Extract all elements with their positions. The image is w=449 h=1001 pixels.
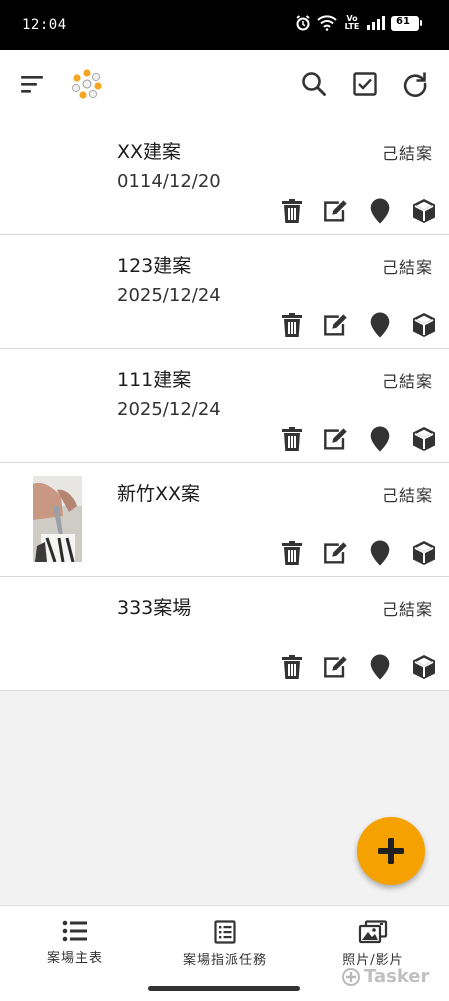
status-time: 12:04 (22, 17, 67, 33)
project-title: 333案場 (117, 597, 192, 619)
project-status: 己結案 (381, 144, 433, 163)
tasker-logo-icon (342, 967, 360, 986)
refresh-icon (403, 72, 427, 97)
project-status: 己結案 (381, 372, 433, 391)
box-icon[interactable] (411, 312, 437, 338)
watermark-text: Tasker (364, 966, 430, 987)
trash-icon[interactable] (279, 312, 305, 338)
add-project-button[interactable] (357, 817, 425, 885)
refresh-button[interactable] (400, 69, 430, 99)
row-actions (279, 426, 437, 452)
project-title: 111建案 (117, 369, 192, 391)
box-icon[interactable] (411, 654, 437, 680)
nav-project-list[interactable]: 案場主表 (30, 920, 120, 966)
nav-label: 案場指派任務 (182, 953, 267, 968)
project-status: 己結案 (381, 258, 433, 277)
status-icons: Vo LTE 61 (295, 14, 422, 31)
edit-icon[interactable] (323, 540, 349, 566)
task-list-icon (214, 920, 236, 944)
search-icon (302, 72, 326, 96)
row-actions (279, 654, 437, 680)
status-bar: 12:04 Vo LTE 61 (0, 0, 449, 50)
plus-icon (378, 838, 404, 864)
project-title: XX建案 (117, 141, 182, 163)
trash-icon[interactable] (279, 540, 305, 566)
project-date: 0114/12/20 (117, 171, 221, 192)
wifi-icon (317, 15, 337, 31)
battery-level: 61 (396, 15, 410, 27)
location-pin-icon[interactable] (367, 198, 393, 224)
project-date: 2025/12/24 (117, 285, 221, 306)
checkbox-icon (353, 72, 377, 96)
project-date: 2025/12/24 (117, 399, 221, 420)
nav-task-assign[interactable]: 案場指派任務 (169, 920, 281, 968)
project-list: XX建案 0114/12/20 己結案 123建案 2025/12/24 己結案… (0, 121, 449, 691)
project-row[interactable]: XX建案 0114/12/20 己結案 (0, 121, 449, 235)
edit-icon[interactable] (323, 654, 349, 680)
row-actions (279, 198, 437, 224)
project-status: 己結案 (381, 486, 433, 505)
list-icon (62, 920, 87, 942)
search-button[interactable] (299, 69, 329, 99)
project-row[interactable]: 新竹XX案 己結案 (0, 463, 449, 577)
project-status: 己結案 (381, 600, 433, 619)
select-button[interactable] (350, 69, 380, 99)
trash-icon[interactable] (279, 426, 305, 452)
app-bar (0, 50, 449, 122)
project-title: 新竹XX案 (117, 483, 201, 505)
nav-label: 案場主表 (46, 951, 103, 966)
trash-icon[interactable] (279, 198, 305, 224)
sort-menu-icon[interactable] (17, 69, 47, 99)
battery-icon: 61 (391, 15, 422, 31)
trash-icon[interactable] (279, 654, 305, 680)
watermark: Tasker (341, 966, 429, 987)
project-row[interactable]: 123建案 2025/12/24 己結案 (0, 235, 449, 349)
project-row[interactable]: 111建案 2025/12/24 己結案 (0, 349, 449, 463)
flower-logo-icon (70, 67, 104, 101)
edit-icon[interactable] (323, 426, 349, 452)
box-icon[interactable] (411, 426, 437, 452)
location-pin-icon[interactable] (367, 540, 393, 566)
edit-icon[interactable] (323, 312, 349, 338)
project-thumbnail[interactable] (33, 476, 82, 562)
location-pin-icon[interactable] (367, 312, 393, 338)
row-actions (279, 312, 437, 338)
project-title: 123建案 (117, 255, 192, 277)
signal-icon (367, 16, 385, 30)
home-indicator[interactable] (148, 986, 300, 991)
photos-icon (358, 920, 388, 944)
row-actions (279, 540, 437, 566)
location-pin-icon[interactable] (367, 654, 393, 680)
edit-icon[interactable] (323, 198, 349, 224)
box-icon[interactable] (411, 198, 437, 224)
project-row[interactable]: 333案場 己結案 (0, 577, 449, 691)
alarm-icon (296, 15, 310, 31)
network-label: Vo LTE (344, 14, 360, 31)
location-pin-icon[interactable] (367, 426, 393, 452)
nav-photos[interactable]: 照片/影片 (327, 920, 419, 968)
box-icon[interactable] (411, 540, 437, 566)
